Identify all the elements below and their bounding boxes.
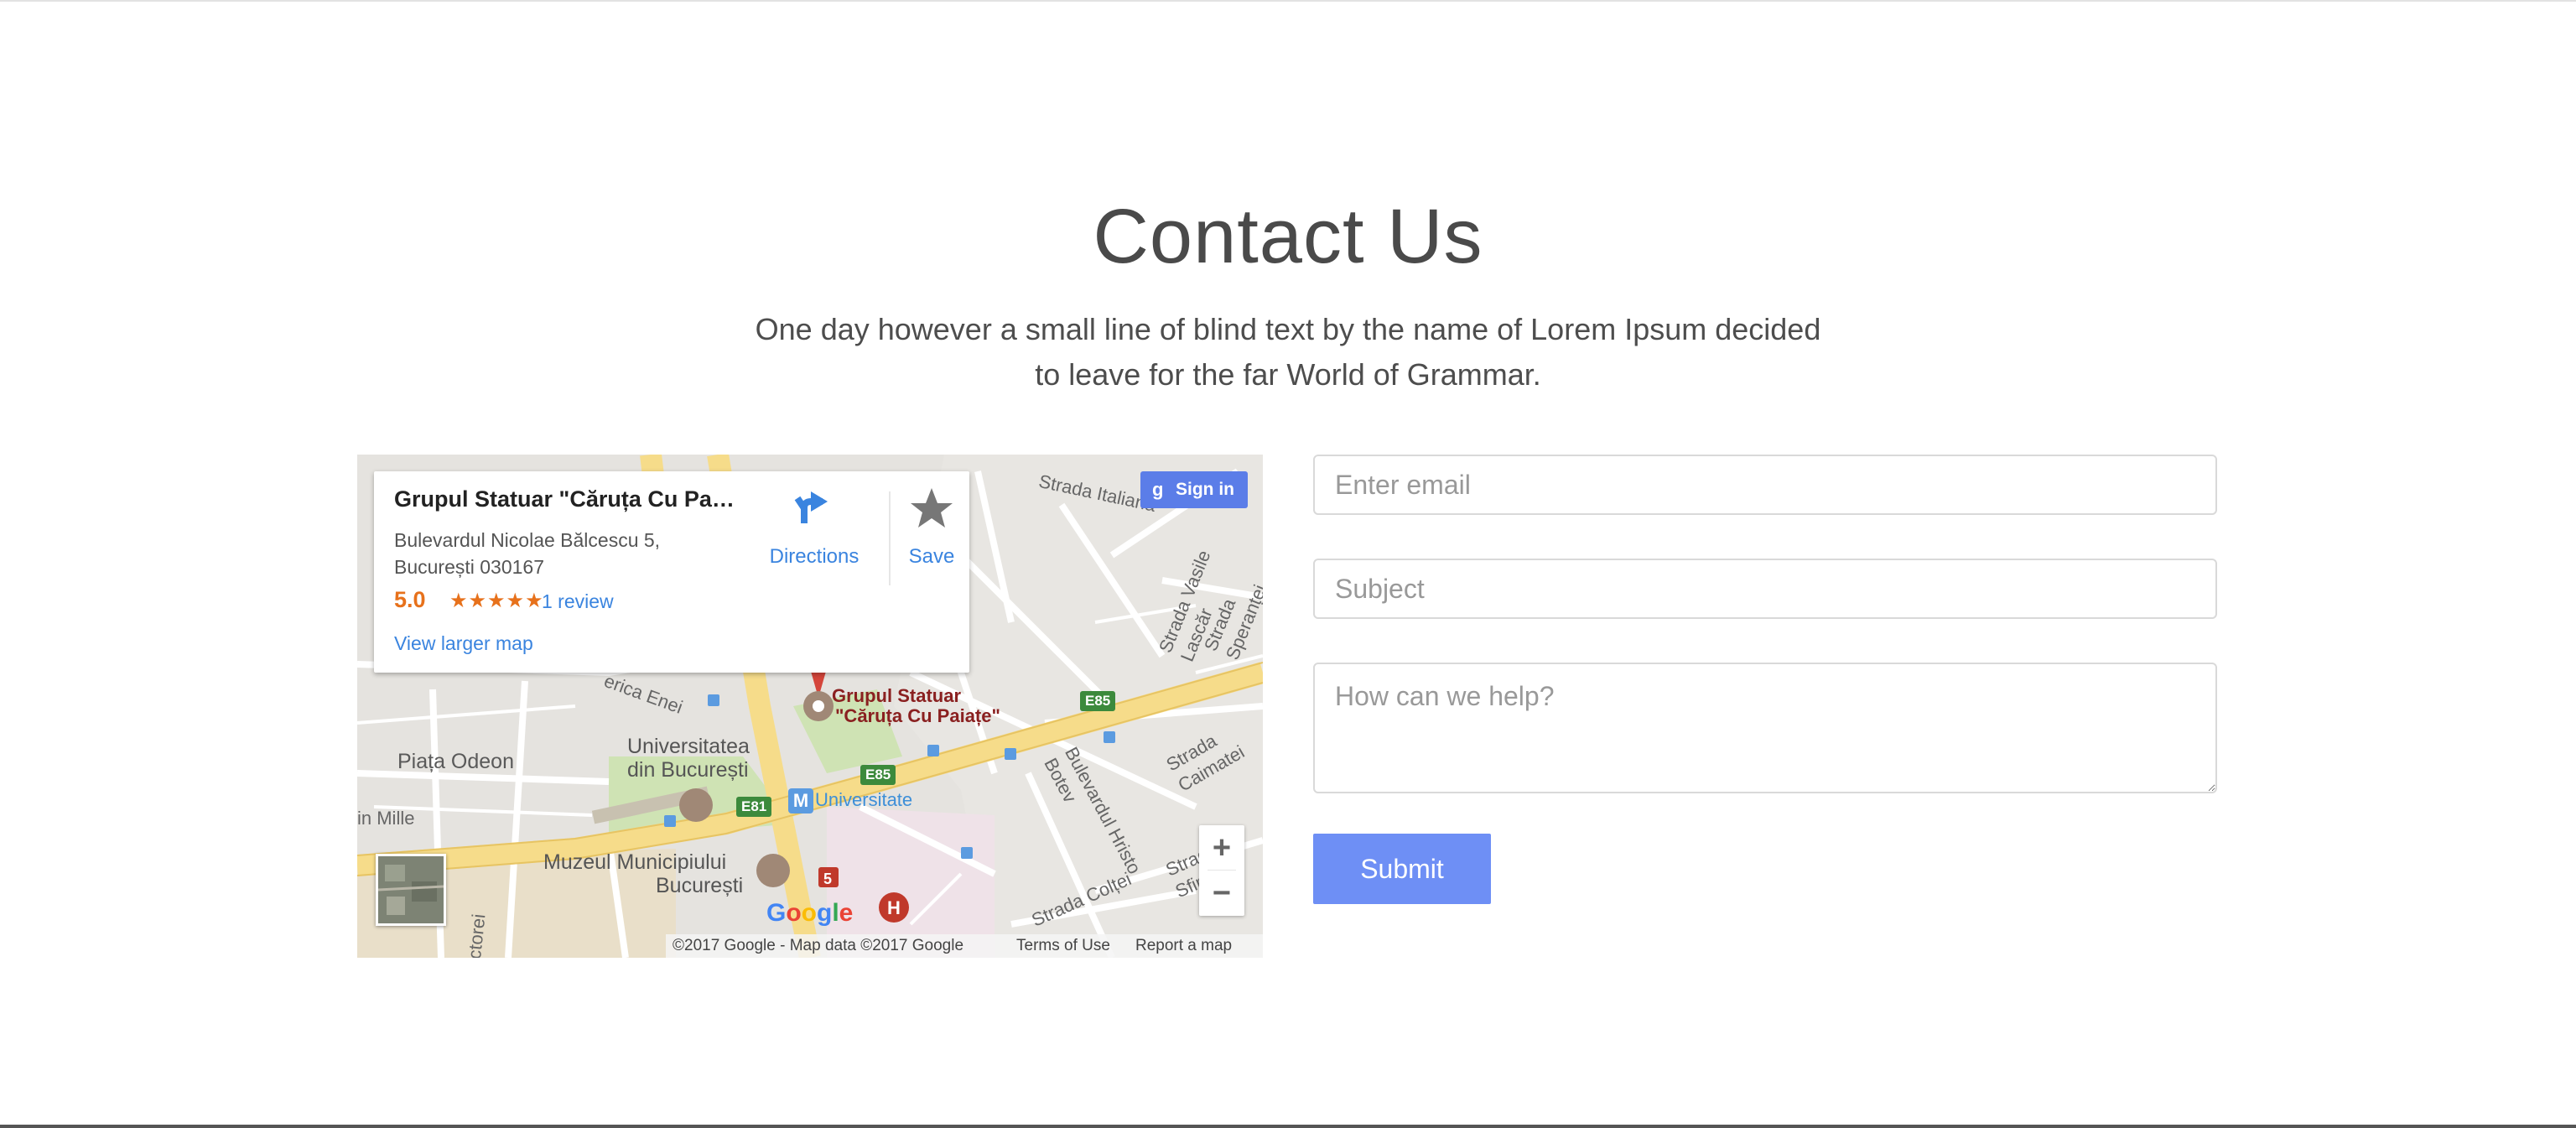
- top-divider: [0, 0, 2576, 2]
- google-logo: Google: [766, 899, 854, 927]
- road-shield-e85: E85: [1080, 691, 1116, 711]
- star-icon: [911, 488, 953, 528]
- map-label-ctorei: ctorei: [463, 912, 490, 958]
- map-label-universitatea-2: din București: [627, 758, 749, 782]
- submit-button[interactable]: Submit: [1313, 834, 1491, 904]
- satellite-thumbnail-icon: [377, 856, 444, 923]
- map-label-muzeul: Muzeul Municipiului: [543, 850, 727, 874]
- card-divider: [889, 491, 891, 585]
- address-line-2: București 030167: [394, 556, 545, 578]
- directions-icon: [794, 491, 828, 523]
- map-attribution-bar: ©2017 Google - Map data ©2017 Google Ter…: [666, 934, 1263, 958]
- subject-input[interactable]: [1313, 559, 2217, 619]
- place-name: Grupul Statuar "Căruța Cu Pai…: [394, 486, 738, 512]
- section-subtitle: One day however a small line of blind te…: [755, 312, 1821, 392]
- road-number-5: 5: [823, 871, 833, 887]
- embedded-map[interactable]: M H Piața Odeon Universitatea din Bucure…: [357, 455, 1263, 958]
- section-title: Contact Us: [1093, 194, 1483, 279]
- google-g-icon: g: [1152, 479, 1164, 500]
- rating-stars: ★★★★★: [449, 590, 544, 612]
- place-info-card: Grupul Statuar "Căruța Cu Pai… Bulevardu…: [374, 471, 969, 673]
- review-link[interactable]: 1 review: [542, 590, 614, 613]
- sign-in-label: Sign in: [1176, 480, 1234, 499]
- zoom-in-button[interactable]: +: [1199, 825, 1244, 871]
- map-marker-label-2: "Căruța Cu Paiațe": [835, 705, 1000, 726]
- map-label-in-mille: in Mille: [357, 808, 415, 829]
- zoom-out-button[interactable]: −: [1199, 871, 1244, 916]
- road-shield-e85-2: E85: [860, 765, 896, 785]
- save-button[interactable]: Save: [894, 483, 969, 568]
- bottom-divider: [0, 1125, 2576, 1128]
- sign-in-button[interactable]: g Sign in: [1140, 471, 1248, 508]
- svg-text:M: M: [793, 790, 808, 811]
- save-label: Save: [908, 545, 955, 568]
- place-address: Bulevardul Nicolae Bălcescu 5, București…: [394, 527, 730, 580]
- message-textarea[interactable]: [1313, 663, 2217, 793]
- road-shield-e81: E81: [736, 797, 772, 817]
- svg-text:H: H: [887, 897, 901, 918]
- place-rating: 5.0: [394, 587, 426, 612]
- map-label-muzeul-2: București: [656, 874, 744, 897]
- address-line-1: Bulevardul Nicolae Bălcescu 5,: [394, 529, 661, 551]
- view-larger-map-link[interactable]: View larger map: [394, 632, 533, 655]
- map-marker-label: Grupul Statuar: [832, 685, 962, 706]
- map-label-universitate-metro: Universitate: [815, 789, 913, 810]
- map-label-universitatea: Universitatea: [627, 735, 750, 758]
- directions-label: Directions: [769, 545, 860, 568]
- map-label-piata-odeon: Piața Odeon: [397, 750, 514, 773]
- directions-button[interactable]: Directions: [756, 483, 873, 568]
- terms-of-use-link[interactable]: Terms of Use: [1016, 934, 1110, 958]
- email-input[interactable]: [1313, 455, 2217, 515]
- satellite-toggle[interactable]: [376, 854, 446, 926]
- report-map-error-link[interactable]: Report a map error: [1135, 934, 1263, 958]
- map-copyright: ©2017 Google - Map data ©2017 Google: [673, 937, 964, 954]
- zoom-control: + −: [1199, 825, 1244, 916]
